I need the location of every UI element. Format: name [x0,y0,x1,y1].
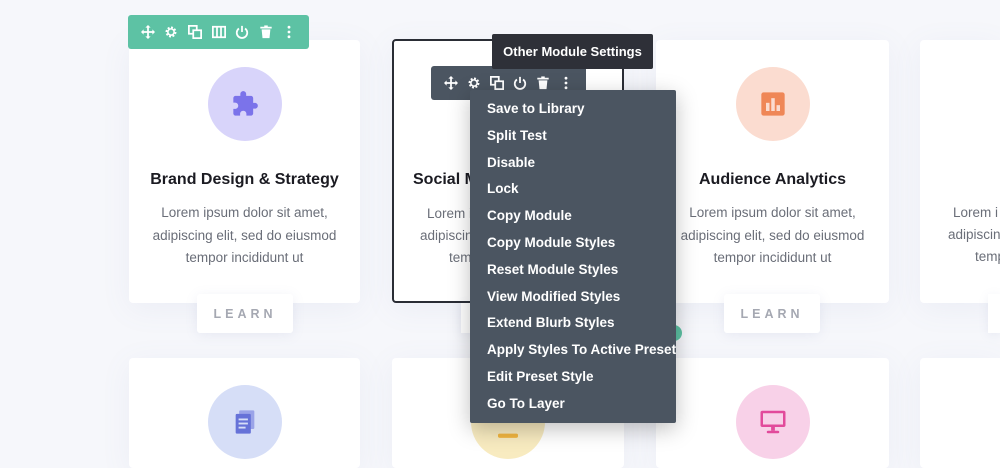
blurb-card-bottom[interactable] [129,358,360,468]
card-description-line: tem [449,250,472,265]
card-description-line: temp [975,249,1000,264]
menu-item-extend-blurb-styles[interactable]: Extend Blurb Styles [470,310,676,337]
card-description-line: Lorem i [953,205,999,220]
blurb-card-brand-design[interactable]: Brand Design & Strategy Lorem ipsum dolo… [129,40,360,303]
menu-item-lock[interactable]: Lock [470,176,676,203]
gear-icon[interactable] [160,15,184,49]
blurb-card-partial[interactable]: Lorem i adipiscin temp [920,40,1000,303]
card-title: Audience Analytics [698,171,846,188]
power-icon[interactable] [230,15,254,49]
blurb-card-bottom[interactable] [656,358,889,468]
puzzle-icon [233,91,258,116]
menu-item-split-test[interactable]: Split Test [470,123,676,150]
card-description: Lorem ipsum dolor sit amet, adipiscing e… [680,205,865,265]
menu-item-apply-styles-to-active-preset[interactable]: Apply Styles To Active Preset [470,337,676,364]
menu-item-edit-preset-style[interactable]: Edit Preset Style [470,364,676,391]
card-description-line: Lorem i [427,206,473,221]
menu-item-view-modified-styles[interactable]: View Modified Styles [470,284,676,311]
other-module-settings-tooltip: Other Module Settings [492,34,653,69]
blurb-card-audience-analytics[interactable]: Audience Analytics Lorem ipsum dolor sit… [656,40,889,303]
card-description-line: adipiscin [948,227,1000,242]
menu-item-copy-module-styles[interactable]: Copy Module Styles [470,230,676,257]
columns-icon[interactable] [207,15,231,49]
move-icon[interactable] [136,15,160,49]
monitor-icon [760,410,786,434]
icon-circle [736,67,810,141]
icon-circle [736,385,810,459]
row-toolbar [128,15,309,49]
menu-item-disable[interactable]: Disable [470,150,676,177]
bar-chart-icon [761,92,785,116]
menu-item-go-to-layer[interactable]: Go To Layer [470,391,676,418]
blurb-card-bottom-partial[interactable] [920,358,1000,468]
documents-icon [235,410,255,434]
trash-icon[interactable] [254,15,278,49]
duplicate-icon[interactable] [183,15,207,49]
learn-button[interactable]: LEARN [724,294,820,333]
menu-item-copy-module[interactable]: Copy Module [470,203,676,230]
menu-item-reset-module-styles[interactable]: Reset Module Styles [470,257,676,284]
learn-button[interactable]: LEARN [197,294,293,333]
icon-circle [208,67,282,141]
card-description: Lorem ipsum dolor sit amet, adipiscing e… [152,205,337,265]
more-icon[interactable] [277,15,301,49]
module-settings-menu: Save to Library Split Test Disable Lock … [470,90,676,423]
icon-circle [208,385,282,459]
card-title: Brand Design & Strategy [150,171,339,188]
learn-button-partial[interactable] [988,294,1000,333]
menu-item-save-to-library[interactable]: Save to Library [470,96,676,123]
move-icon[interactable] [439,66,462,100]
